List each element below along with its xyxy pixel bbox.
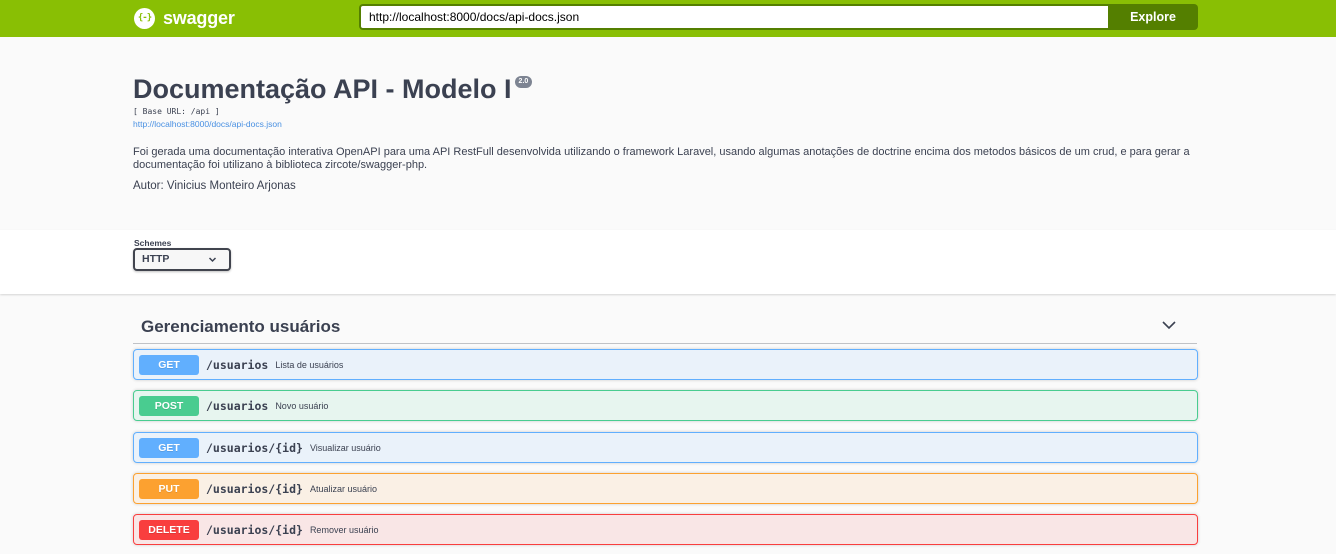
operation-path: /usuarios — [206, 398, 269, 413]
schemes-label: Schemes — [134, 238, 172, 248]
base-url: [ Base URL: /api ] — [133, 107, 220, 116]
spec-url-input[interactable] — [359, 4, 1109, 30]
page-title: Documentação API - Modelo I — [133, 74, 512, 104]
operation-path: /usuarios — [206, 357, 269, 372]
schemes-bar: Schemes HTTP — [0, 230, 1336, 294]
operation-summary: Remover usuário — [309, 524, 379, 535]
operation-delete-usuario[interactable]: DELETE /usuarios/{id} Remover usuário — [133, 514, 1198, 545]
swagger-logo-icon: {-} — [134, 7, 155, 29]
operation-put-usuario[interactable]: PUT /usuarios/{id} Atualizar usuário — [133, 473, 1198, 504]
operation-post-usuarios[interactable]: POST /usuarios Novo usuário — [133, 390, 1198, 421]
schemes-selected-value: HTTP — [142, 253, 170, 265]
tag-title: Gerenciamento usuários — [141, 317, 341, 336]
operation-path: /usuarios/{id} — [206, 481, 303, 496]
operation-summary: Visualizar usuário — [309, 442, 381, 453]
api-info: Documentação API - Modelo I 2.0 [ Base U… — [133, 72, 1197, 192]
schemes-select[interactable]: HTTP — [133, 248, 231, 271]
api-author: Autor: Vinicius Monteiro Arjonas — [133, 180, 296, 192]
chevron-down-icon[interactable] — [1161, 317, 1177, 333]
operation-summary: Novo usuário — [275, 400, 329, 411]
swagger-logo[interactable]: {-} swagger — [134, 7, 235, 29]
spec-link[interactable]: http://localhost:8000/docs/api-docs.json — [133, 119, 1197, 130]
title-row: Documentação API - Modelo I 2.0 — [133, 72, 1197, 106]
method-badge: GET — [139, 437, 199, 458]
tag-header[interactable]: Gerenciamento usuários — [133, 309, 1197, 344]
operation-get-usuario-by-id[interactable]: GET /usuarios/{id} Visualizar usuário — [133, 432, 1198, 463]
method-badge: POST — [139, 395, 199, 416]
method-badge: PUT — [139, 478, 199, 499]
version-badge: 2.0 — [514, 76, 533, 88]
operation-path: /usuarios/{id} — [206, 522, 303, 537]
operation-summary: Atualizar usuário — [309, 483, 377, 494]
logo-text: swagger — [163, 7, 235, 28]
operation-path: /usuarios/{id} — [206, 440, 303, 455]
chevron-down-icon — [208, 250, 217, 276]
api-description: Foi gerada uma documentação interativa O… — [133, 146, 1190, 171]
operation-summary: Lista de usuários — [275, 359, 344, 370]
method-badge: DELETE — [139, 519, 199, 540]
method-badge: GET — [139, 354, 199, 375]
logo-icon-glyph: {-} — [137, 12, 152, 23]
topbar: {-} swagger Explore — [0, 0, 1336, 37]
operation-get-usuarios[interactable]: GET /usuarios Lista de usuários — [133, 349, 1198, 380]
explore-button[interactable]: Explore — [1108, 4, 1198, 30]
